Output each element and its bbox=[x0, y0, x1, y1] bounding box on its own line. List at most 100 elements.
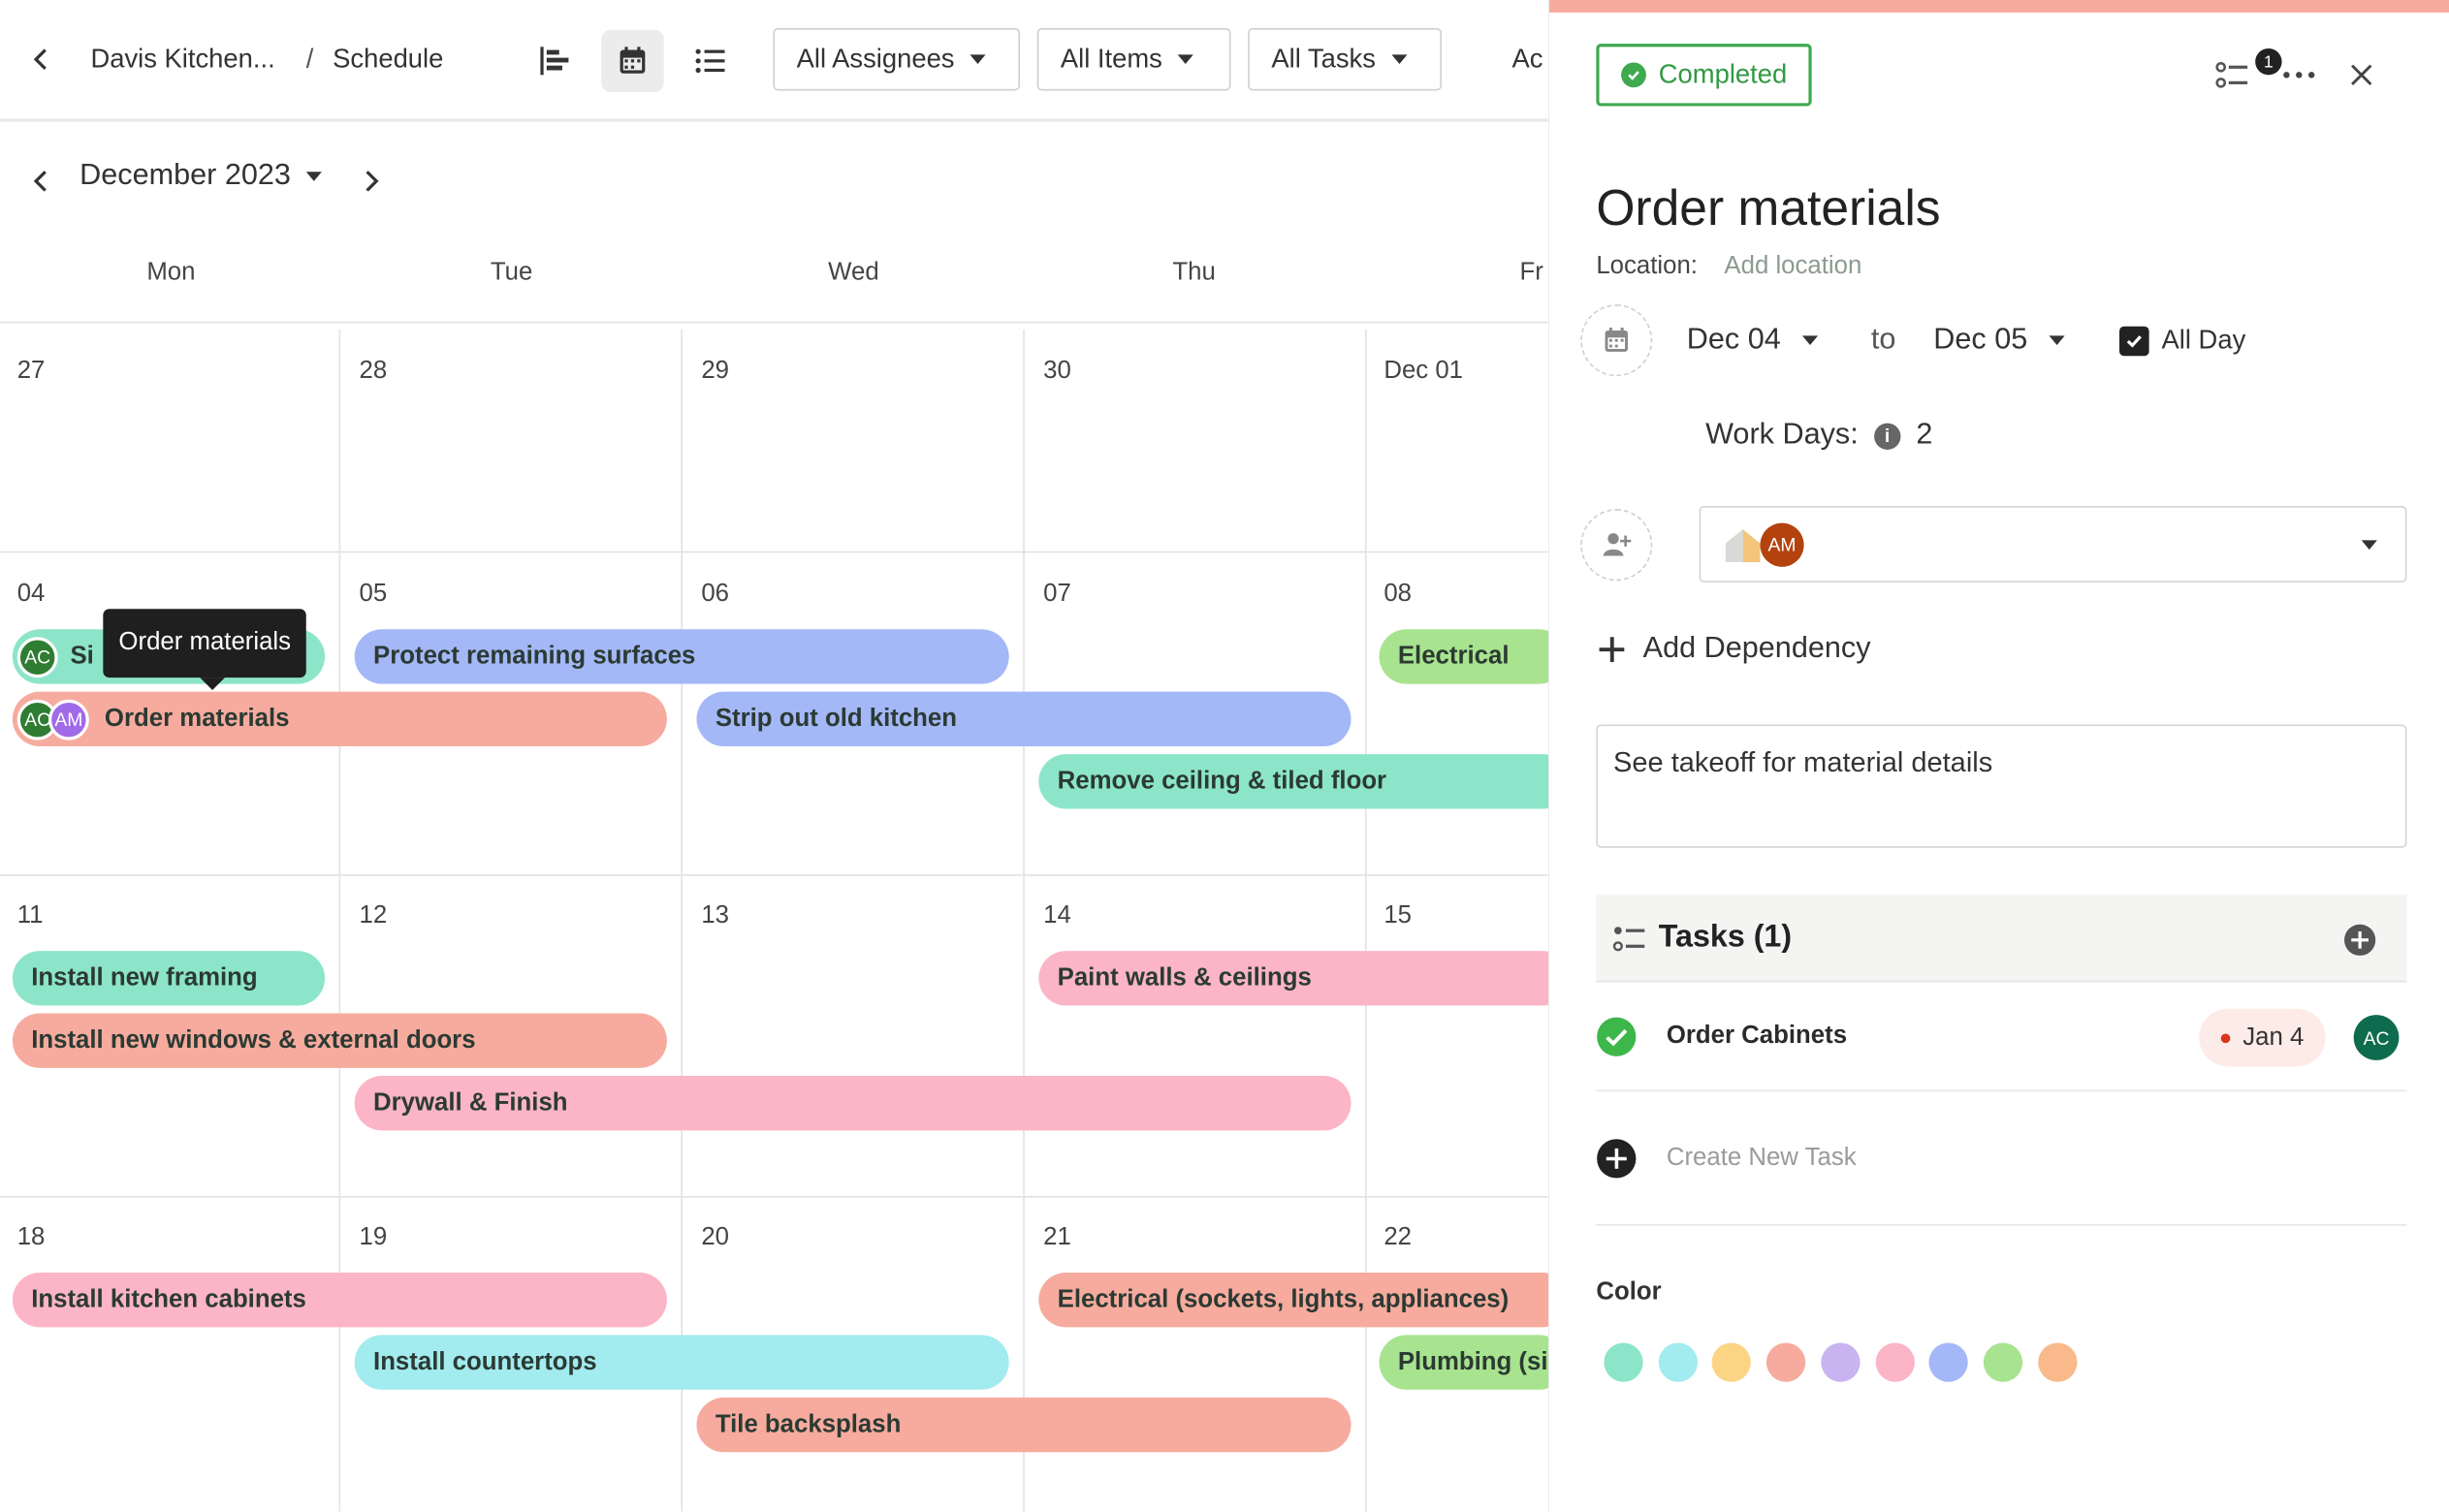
task-due-date[interactable]: Jan 4 bbox=[2199, 1008, 2326, 1067]
add-location-link[interactable]: Add location bbox=[1724, 253, 1861, 281]
add-dependency-button[interactable]: Add Dependency bbox=[1596, 632, 1871, 666]
weekday-header: Wed bbox=[828, 259, 879, 286]
assignees-filter[interactable]: All Assignees bbox=[773, 27, 1020, 91]
chevron-down-icon bbox=[1177, 54, 1194, 65]
avatar[interactable]: AC bbox=[2353, 1015, 2400, 1060]
notes-textarea[interactable]: See takeoff for material details bbox=[1596, 724, 2407, 848]
list-view-button[interactable] bbox=[680, 30, 742, 92]
items-filter[interactable]: All Items bbox=[1036, 27, 1231, 91]
subtask-count-badge: 1 bbox=[2255, 47, 2282, 76]
month-selector[interactable]: December 2023 bbox=[80, 159, 323, 193]
breadcrumb-project[interactable]: Davis Kitchen... bbox=[90, 44, 274, 75]
grid-line bbox=[0, 321, 1548, 324]
add-task-icon[interactable] bbox=[2342, 923, 2376, 964]
grid-line bbox=[0, 1196, 1548, 1198]
create-new-task-input[interactable]: Create New Task bbox=[1667, 1145, 1857, 1173]
task-row[interactable]: Order Cabinets Jan 4 AC bbox=[1596, 982, 2407, 1092]
event-bar[interactable]: Install new windows & external doors bbox=[12, 1013, 667, 1068]
day-number: 12 bbox=[359, 902, 388, 929]
breadcrumb-separator: / bbox=[305, 44, 314, 74]
end-date-select[interactable]: Dec 05 bbox=[1933, 323, 2065, 357]
event-bar[interactable]: Drywall & Finish bbox=[354, 1075, 1352, 1131]
event-bar[interactable]: Remove ceiling & tiled floor bbox=[1038, 754, 1548, 809]
weekday-header: Mon bbox=[146, 259, 196, 286]
event-bar[interactable]: Electrical bbox=[1379, 629, 1548, 684]
day-number: 07 bbox=[1043, 581, 1071, 608]
day-number: 19 bbox=[359, 1224, 388, 1251]
grid-line bbox=[338, 329, 341, 1512]
status-button[interactable]: Completed bbox=[1596, 44, 1813, 107]
event-bar[interactable]: Install kitchen cabinets bbox=[12, 1272, 667, 1328]
calendar-icon bbox=[1605, 328, 1628, 352]
avatar: AC bbox=[16, 636, 58, 677]
chevron-down-icon bbox=[2049, 335, 2065, 346]
company-logo-icon bbox=[1723, 524, 1764, 573]
weekday-header: Thu bbox=[1172, 259, 1216, 286]
chevron-down-icon bbox=[1802, 335, 1819, 346]
event-bar[interactable]: Install countertops bbox=[354, 1335, 1009, 1390]
chevron-down-icon bbox=[970, 54, 986, 65]
breadcrumb-schedule[interactable]: Schedule bbox=[333, 44, 443, 75]
more-options-icon[interactable] bbox=[2282, 59, 2316, 98]
add-circle-icon[interactable] bbox=[1596, 1138, 1637, 1186]
tasks-filter[interactable]: All Tasks bbox=[1248, 27, 1442, 91]
day-number: 05 bbox=[359, 581, 388, 608]
color-swatch[interactable] bbox=[1711, 1342, 1751, 1382]
color-swatch[interactable] bbox=[2038, 1342, 2078, 1382]
color-swatch[interactable] bbox=[1928, 1342, 1968, 1382]
info-icon[interactable]: i bbox=[1873, 422, 1901, 450]
day-number: 22 bbox=[1384, 1224, 1413, 1251]
add-person-icon bbox=[1603, 533, 1632, 556]
overdue-dot-icon bbox=[2220, 1032, 2231, 1043]
gantt-view-button[interactable] bbox=[524, 30, 586, 92]
event-bar[interactable]: Tile backsplash bbox=[696, 1397, 1352, 1453]
month-navigator: December 2023 bbox=[0, 150, 1548, 212]
add-assignee-button[interactable] bbox=[1580, 509, 1653, 582]
color-swatch[interactable] bbox=[1658, 1342, 1699, 1382]
color-label: Color bbox=[1596, 1278, 1662, 1306]
color-swatch[interactable] bbox=[1983, 1342, 2023, 1382]
event-bar[interactable]: Paint walls & ceilings bbox=[1038, 951, 1548, 1006]
location-label: Location: bbox=[1596, 252, 1698, 280]
all-day-checkbox[interactable]: All Day bbox=[2119, 325, 2245, 356]
task-name: Order Cabinets bbox=[1666, 1023, 1848, 1050]
day-number: 04 bbox=[16, 581, 46, 608]
calendar-view-button[interactable] bbox=[601, 29, 664, 93]
event-bar[interactable]: Electrical (sockets, lights, appliances) bbox=[1038, 1272, 1548, 1328]
chevron-down-icon bbox=[1391, 54, 1408, 65]
top-toolbar: Davis Kitchen... / Schedule All Assignee… bbox=[0, 0, 1548, 122]
day-number: 15 bbox=[1384, 902, 1413, 929]
list-icon bbox=[695, 48, 725, 74]
assignee-select[interactable]: AM bbox=[1699, 505, 2407, 583]
previous-month-icon[interactable] bbox=[25, 166, 56, 197]
event-bar[interactable]: AC AM Order materials bbox=[12, 691, 667, 747]
task-detail-panel: Completed 1 Order materials Location: Ad… bbox=[1548, 0, 2449, 1512]
day-number: 27 bbox=[16, 357, 46, 385]
event-bar[interactable]: Install new framing bbox=[12, 951, 326, 1006]
close-icon[interactable] bbox=[2346, 59, 2377, 98]
task-title[interactable]: Order materials bbox=[1596, 179, 1940, 237]
next-month-icon[interactable] bbox=[356, 166, 387, 197]
date-picker-button[interactable] bbox=[1580, 304, 1653, 377]
start-date-select[interactable]: Dec 04 bbox=[1687, 323, 1819, 357]
day-number: 13 bbox=[701, 902, 730, 929]
color-swatch[interactable] bbox=[1604, 1342, 1643, 1382]
day-number: 06 bbox=[701, 581, 730, 608]
color-swatch[interactable] bbox=[1875, 1342, 1915, 1382]
avatar: AM bbox=[48, 698, 89, 740]
task-complete-icon[interactable] bbox=[1596, 1017, 1637, 1065]
back-icon[interactable] bbox=[25, 44, 56, 75]
day-number: 21 bbox=[1043, 1224, 1071, 1251]
toolbar-more-button[interactable]: Ac bbox=[1511, 44, 1543, 75]
event-bar[interactable]: Strip out old kitchen bbox=[696, 691, 1352, 747]
subtasks-icon[interactable] bbox=[2213, 56, 2251, 102]
day-number: 08 bbox=[1384, 581, 1413, 608]
event-bar[interactable]: Protect remaining surfaces bbox=[354, 629, 1009, 684]
color-swatch[interactable] bbox=[1765, 1342, 1806, 1382]
weekday-header: Fr bbox=[1519, 259, 1543, 286]
day-number: 30 bbox=[1043, 357, 1071, 385]
day-number: 14 bbox=[1043, 902, 1071, 929]
grid-line bbox=[1365, 329, 1367, 1512]
event-bar[interactable]: Plumbing (si bbox=[1379, 1335, 1548, 1390]
color-swatch[interactable] bbox=[1821, 1342, 1861, 1382]
